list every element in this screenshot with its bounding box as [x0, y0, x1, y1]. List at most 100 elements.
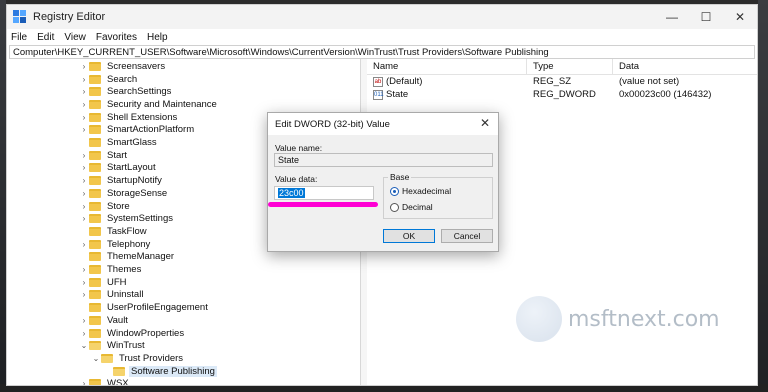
tree-item[interactable]: › StartupNotify [79, 174, 164, 187]
tree-item[interactable]: › Search [79, 73, 139, 86]
tree-item[interactable]: › Shell Extensions [79, 111, 179, 124]
expand-arrow-icon[interactable]: › [79, 202, 89, 211]
tree-item-label: Uninstall [107, 289, 144, 301]
hexadecimal-radio[interactable]: Hexadecimal [390, 186, 451, 196]
value-row[interactable]: ab (Default) REG_SZ (value not set) [367, 75, 757, 88]
tree-item-label: WinTrust [107, 340, 145, 352]
folder-icon [89, 379, 101, 385]
expand-arrow-icon[interactable]: › [79, 113, 89, 122]
expand-arrow-icon[interactable]: › [79, 329, 89, 338]
tree-item-label: Trust Providers [119, 352, 184, 364]
window-title: Registry Editor [33, 11, 106, 23]
cancel-button[interactable]: Cancel [441, 229, 493, 243]
expand-arrow-icon[interactable]: › [79, 265, 89, 274]
tree-item-label: Vault [107, 314, 128, 326]
tree-item[interactable]: TaskFlow [79, 225, 149, 238]
value-data-field[interactable]: 23c00 [274, 186, 374, 200]
tree-item[interactable]: › StartLayout [79, 162, 158, 175]
tree-item[interactable]: › Telephony [79, 238, 152, 251]
collapse-arrow-icon[interactable]: ⌄ [79, 341, 89, 350]
folder-icon [89, 188, 101, 198]
registry-editor-app-icon [13, 10, 27, 24]
tree-item[interactable]: ⌄ Trust Providers [91, 352, 185, 365]
highlight-underline [268, 202, 378, 207]
tree-item[interactable]: ⌄ WinTrust [79, 339, 147, 352]
expand-arrow-icon[interactable]: › [79, 316, 89, 325]
folder-icon [89, 252, 101, 262]
expand-arrow-icon[interactable]: › [79, 214, 89, 223]
tree-item-label: WindowProperties [107, 327, 185, 339]
expand-arrow-icon[interactable]: › [79, 176, 89, 185]
expand-arrow-icon[interactable]: › [79, 75, 89, 84]
string-value-icon: ab [373, 76, 383, 87]
tree-item[interactable]: › WSX [79, 378, 131, 385]
tree-item[interactable]: › SystemSettings [79, 212, 175, 225]
tree-item[interactable]: SmartGlass [79, 136, 159, 149]
minimize-button[interactable]: — [655, 5, 689, 29]
decimal-radio[interactable]: Decimal [390, 202, 433, 212]
ok-button[interactable]: OK [383, 229, 435, 243]
tree-item-label: ThemeManager [107, 251, 175, 263]
tree-item[interactable]: › SmartActionPlatform [79, 124, 196, 137]
tree-item[interactable]: UserProfileEngagement [79, 301, 210, 314]
address-bar[interactable]: Computer\HKEY_CURRENT_USER\Software\Micr… [9, 45, 755, 59]
expand-arrow-icon[interactable]: › [79, 62, 89, 71]
expand-arrow-icon[interactable]: › [79, 87, 89, 96]
tree-item[interactable]: › SearchSettings [79, 85, 173, 98]
menu-favorites[interactable]: Favorites [96, 32, 137, 43]
tree-item-label: SmartGlass [107, 137, 157, 149]
tree-item-label: UserProfileEngagement [107, 302, 208, 314]
expand-arrow-icon[interactable]: › [79, 189, 89, 198]
expand-arrow-icon[interactable]: › [79, 379, 89, 385]
tree-item[interactable]: › Store [79, 200, 132, 213]
tree-item[interactable]: › UFH [79, 276, 129, 289]
values-header: Name Type Data [367, 59, 757, 75]
tree-item[interactable]: › Screensavers [79, 60, 167, 73]
tree-item[interactable]: › Uninstall [79, 289, 145, 302]
column-header-type[interactable]: Type [527, 59, 613, 74]
dialog-title: Edit DWORD (32-bit) Value [275, 118, 390, 130]
folder-icon [89, 176, 101, 186]
menu-help[interactable]: Help [147, 32, 168, 43]
menu-view[interactable]: View [64, 32, 86, 43]
value-name-field[interactable]: State [274, 153, 493, 167]
menu-edit[interactable]: Edit [37, 32, 54, 43]
tree-item[interactable]: › WindowProperties [79, 327, 186, 340]
folder-icon [113, 366, 125, 376]
value-type: REG_SZ [533, 76, 572, 87]
folder-icon [89, 138, 101, 148]
tree-item-label: Themes [107, 264, 142, 276]
edit-dword-dialog: Edit DWORD (32-bit) Value ✕ Value name: … [267, 112, 499, 252]
tree-item-label: Telephony [107, 238, 151, 250]
expand-arrow-icon[interactable]: › [79, 125, 89, 134]
tree-item[interactable]: › StorageSense [79, 187, 169, 200]
column-header-name[interactable]: Name [367, 59, 527, 74]
value-row[interactable]: 011 State REG_DWORD 0x00023c00 (146432) [367, 88, 757, 101]
dialog-title-bar[interactable]: Edit DWORD (32-bit) Value ✕ [268, 113, 498, 135]
value-data-label: Value data: [275, 174, 318, 184]
tree-item-label: TaskFlow [107, 225, 147, 237]
maximize-button[interactable]: ☐ [689, 5, 723, 29]
tree-item[interactable]: Software Publishing [103, 365, 217, 378]
tree-item[interactable]: › Themes [79, 263, 143, 276]
base-label: Base [388, 172, 412, 182]
tree-item[interactable]: › Vault [79, 314, 130, 327]
menu-file[interactable]: File [11, 32, 27, 43]
value-data-text: 23c00 [278, 188, 305, 198]
column-header-data[interactable]: Data [613, 59, 757, 74]
expand-arrow-icon[interactable]: › [79, 290, 89, 299]
tree-item[interactable]: › Start [79, 149, 129, 162]
collapse-arrow-icon[interactable]: ⌄ [91, 354, 101, 363]
close-button[interactable]: ✕ [723, 5, 757, 29]
expand-arrow-icon[interactable]: › [79, 163, 89, 172]
tree-item[interactable]: › Security and Maintenance [79, 98, 219, 111]
title-bar[interactable]: Registry Editor — ☐ ✕ [7, 5, 757, 29]
expand-arrow-icon[interactable]: › [79, 278, 89, 287]
expand-arrow-icon[interactable]: › [79, 100, 89, 109]
dialog-close-icon[interactable]: ✕ [480, 116, 490, 130]
expand-arrow-icon[interactable]: › [79, 240, 89, 249]
watermark-logo [516, 296, 562, 342]
expand-arrow-icon[interactable]: › [79, 151, 89, 160]
tree-item-label: SystemSettings [107, 213, 173, 225]
tree-item[interactable]: ThemeManager [79, 251, 176, 264]
